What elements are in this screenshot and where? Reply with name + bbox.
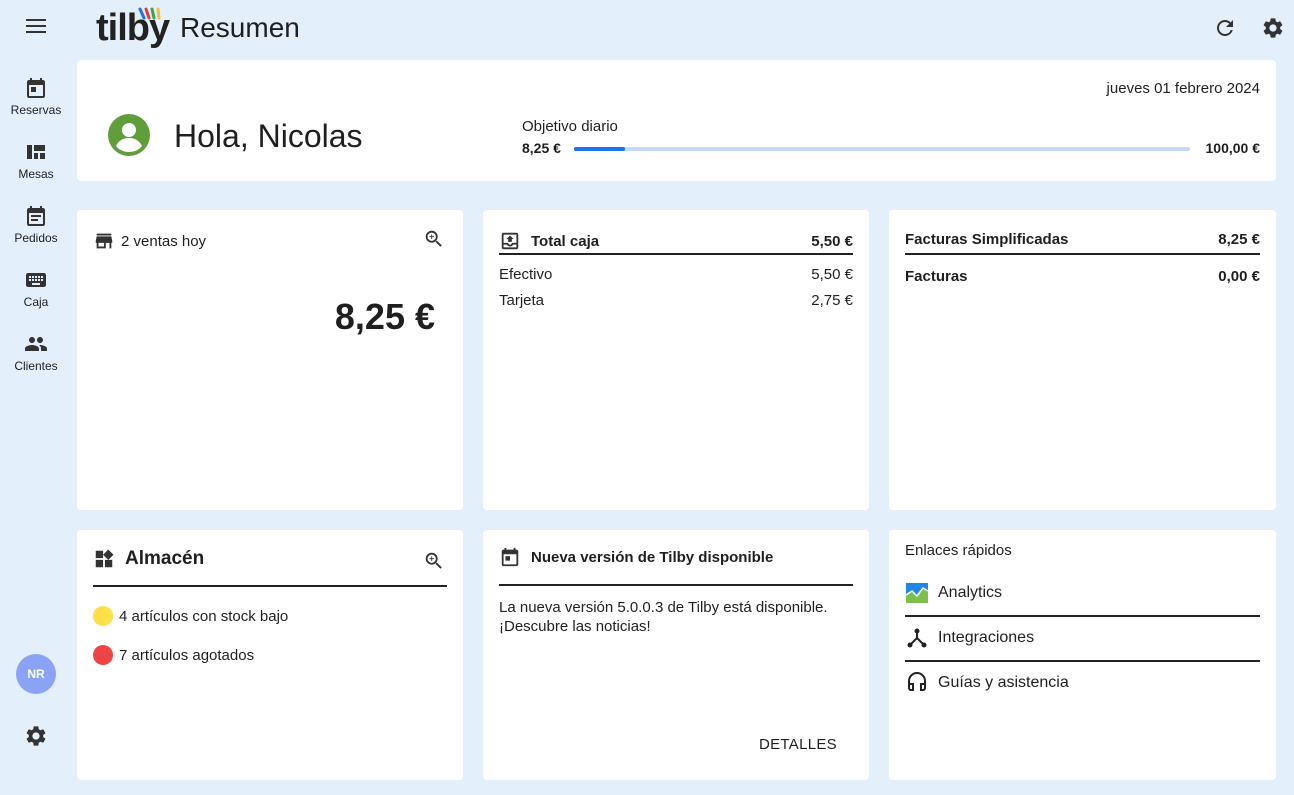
goal-progress-fill — [574, 147, 625, 151]
stock-label: 7 artículos agotados — [119, 646, 255, 664]
sidebar-item-pedidos[interactable]: Pedidos — [0, 204, 72, 245]
people-icon — [25, 337, 47, 351]
stock-label: 4 artículos con stock bajo — [119, 607, 289, 625]
invoices-card: Facturas Simplificadas 8,25 € Facturas 0… — [889, 210, 1276, 510]
welcome-card: Hola, Nicolas jueves 01 febrero 2024 Obj… — [77, 60, 1276, 181]
new-version-title: Nueva versión de Tilby disponible — [531, 548, 774, 566]
divider — [499, 253, 853, 255]
cash-row-value: 5,50 € — [811, 266, 853, 283]
sales-header: 2 ventas hoy — [93, 230, 206, 252]
widgets-icon — [95, 549, 114, 568]
sidebar-item-caja[interactable]: Caja — [0, 268, 72, 309]
new-version-card: Nueva versión de Tilby disponible La nue… — [483, 530, 869, 780]
goal-progress-bar — [574, 147, 1190, 151]
sidebar-item-clientes[interactable]: Clientes — [0, 332, 72, 373]
store-icon — [95, 233, 113, 249]
sidebar-item-label: Reservas — [10, 103, 62, 117]
sales-title: 2 ventas hoy — [121, 232, 207, 250]
cash-row-value: 2,75 € — [811, 292, 853, 309]
calendar-icon — [501, 547, 519, 567]
new-version-text: La nueva versión 5.0.0.3 de Tilby está d… — [499, 599, 828, 635]
gear-icon[interactable] — [24, 724, 48, 753]
warehouse-card: Almacén 4 artículos con stock bajo 7 art… — [77, 530, 463, 780]
quick-link-label: Guías y asistencia — [938, 674, 1069, 691]
warehouse-title: Almacén — [125, 548, 205, 569]
cash-title: Total caja — [531, 232, 600, 250]
goal-label: Objetivo diario — [522, 118, 618, 135]
divider — [93, 585, 447, 587]
quick-link-label: Analytics — [938, 584, 1003, 601]
refresh-icon[interactable] — [1213, 16, 1237, 45]
invoice-row-value: 0,00 € — [1218, 268, 1260, 285]
low-stock-item[interactable]: 4 artículos con stock bajo — [93, 606, 288, 626]
cash-total: 5,50 € — [811, 232, 853, 250]
zoom-in-icon[interactable] — [423, 550, 445, 577]
quick-link-label: Integraciones — [938, 629, 1035, 646]
sales-amount: 8,25 € — [334, 296, 435, 337]
integrations-icon — [907, 628, 927, 648]
details-button[interactable]: DETALLES — [759, 736, 837, 753]
cash-row: Tarjeta 2,75 € — [499, 292, 853, 309]
sidebar-item-label: Mesas — [18, 167, 54, 181]
sidebar-item-mesas[interactable]: Mesas — [0, 140, 72, 181]
sidebar-item-reservas[interactable]: Reservas — [0, 76, 72, 117]
invoice-row-label: Facturas — [905, 268, 968, 285]
warehouse-header: Almacén — [93, 548, 204, 570]
sales-card: 2 ventas hoy 8,25 € — [77, 210, 463, 510]
red-dot-icon — [93, 645, 113, 665]
tables-icon — [27, 145, 45, 159]
page-title: Resumen — [180, 12, 300, 43]
cash-register-icon — [501, 232, 519, 250]
sidebar-item-label: Pedidos — [14, 231, 58, 245]
new-version-header: Nueva versión de Tilby disponible — [499, 546, 773, 568]
zoom-in-icon[interactable] — [423, 228, 445, 255]
invoice-row-label: Facturas Simplificadas — [905, 231, 1069, 248]
sidebar-item-label: Caja — [23, 295, 49, 309]
menu-icon[interactable] — [24, 16, 48, 36]
headset-icon — [908, 672, 926, 691]
cash-card: Total caja 5,50 € Efectivo 5,50 € Tarjet… — [483, 210, 869, 510]
invoice-row-value: 8,25 € — [1218, 231, 1260, 248]
keyboard-icon — [26, 273, 46, 287]
out-of-stock-item[interactable]: 7 artículos agotados — [93, 645, 254, 665]
tilby-logo: tilby — [96, 6, 170, 50]
cash-row-label: Efectivo — [499, 266, 553, 283]
calendar-icon — [27, 78, 45, 98]
quick-links-card: Enlaces rápidos Analytics Integraciones … — [889, 530, 1276, 780]
yellow-dot-icon — [93, 606, 113, 626]
greeting: Hola, Nicolas — [174, 118, 363, 154]
divider — [905, 253, 1260, 255]
sidebar-item-label: Clientes — [14, 359, 58, 373]
cash-row: Efectivo 5,50 € — [499, 266, 853, 283]
goal-current: 8,25 € — [522, 140, 561, 156]
orders-icon — [27, 206, 45, 226]
quick-links-title: Enlaces rápidos — [905, 542, 1012, 559]
invoice-row: Facturas Simplificadas 8,25 € — [905, 231, 1260, 248]
current-date: jueves 01 febrero 2024 — [1106, 80, 1260, 97]
invoice-row: Facturas 0,00 € — [905, 268, 1260, 285]
goal-target: 100,00 € — [1205, 140, 1261, 156]
sidebar: Reservas Mesas Pedidos Caja Clientes NR — [0, 0, 72, 795]
quick-link-analytics[interactable]: Analytics — [905, 571, 1260, 615]
divider — [499, 584, 853, 586]
cash-total-row: Total caja 5,50 € — [499, 230, 853, 252]
analytics-icon — [905, 583, 929, 603]
user-icon — [107, 113, 151, 162]
settings-gear-icon[interactable] — [1261, 16, 1285, 45]
quick-link-guias[interactable]: Guías y asistencia — [905, 661, 1260, 705]
cash-row-label: Tarjeta — [499, 292, 545, 309]
quick-link-integraciones[interactable]: Integraciones — [905, 616, 1260, 660]
avatar[interactable]: NR — [16, 654, 56, 694]
